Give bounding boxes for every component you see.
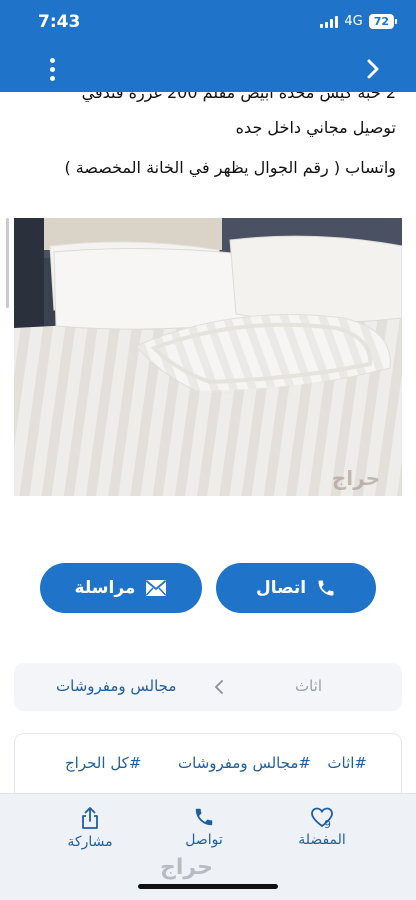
tag-all-haraj[interactable]: #كل الحراج [65, 754, 141, 772]
message-button[interactable]: مراسلة [40, 563, 202, 613]
breadcrumb-root[interactable]: اثاث [295, 677, 322, 695]
product-photo[interactable]: حراج [14, 218, 402, 496]
description-line-3: واتساب ( رقم الجوال يظهر في الخانة المخص… [64, 158, 396, 177]
contact-tab-label: تواصل [185, 832, 223, 848]
phone-icon [195, 808, 213, 826]
favorite-count: 9 [324, 818, 331, 831]
brand-logo: حراج [160, 855, 213, 880]
contact-tab[interactable]: تواصل [156, 806, 252, 848]
network-type: 4G [344, 14, 363, 29]
home-indicator [138, 884, 278, 889]
tag-furniture[interactable]: #اثاث [327, 754, 367, 772]
listing-description: 2 حبة كيس مخدة ابيض مقلم 200 غرزة فندقي … [0, 92, 416, 192]
envelope-icon [146, 580, 167, 596]
description-line-1: 2 حبة كيس مخدة ابيض مقلم 200 غرزة فندقي [81, 92, 396, 102]
nav-bar [0, 46, 416, 92]
battery-icon: 72 [368, 14, 398, 29]
breadcrumb: اثاث مجالس ومفروشات [14, 663, 402, 711]
call-button-label: اتصال [255, 578, 307, 598]
tag-sofas-furnishings[interactable]: #مجالس ومفروشات [178, 754, 311, 772]
status-indicators: 4G 72 [320, 14, 398, 29]
phone-icon [318, 580, 334, 596]
breadcrumb-current[interactable]: مجالس ومفروشات [56, 677, 176, 695]
share-tab-label: مشاركة [67, 834, 113, 850]
call-button[interactable]: اتصال [216, 563, 376, 613]
more-options-icon[interactable] [40, 54, 64, 84]
favorite-tab[interactable]: 9 المفضلة [274, 806, 370, 848]
back-chevron-icon[interactable] [358, 54, 388, 84]
scroll-indicator [6, 218, 9, 308]
chevron-left-icon [214, 680, 223, 694]
share-icon [82, 807, 98, 829]
bed-illustration [14, 218, 402, 496]
status-time: 7:43 [38, 12, 81, 32]
signal-icon [320, 15, 339, 28]
status-bar: 7:43 4G 72 [0, 0, 416, 46]
description-line-2: توصيل مجاني داخل جده [235, 118, 396, 137]
share-tab[interactable]: مشاركة [42, 806, 138, 850]
favorite-tab-label: المفضلة [298, 832, 346, 848]
battery-level: 72 [373, 15, 389, 28]
message-button-label: مراسلة [74, 578, 136, 598]
photo-watermark: حراج [331, 466, 380, 490]
